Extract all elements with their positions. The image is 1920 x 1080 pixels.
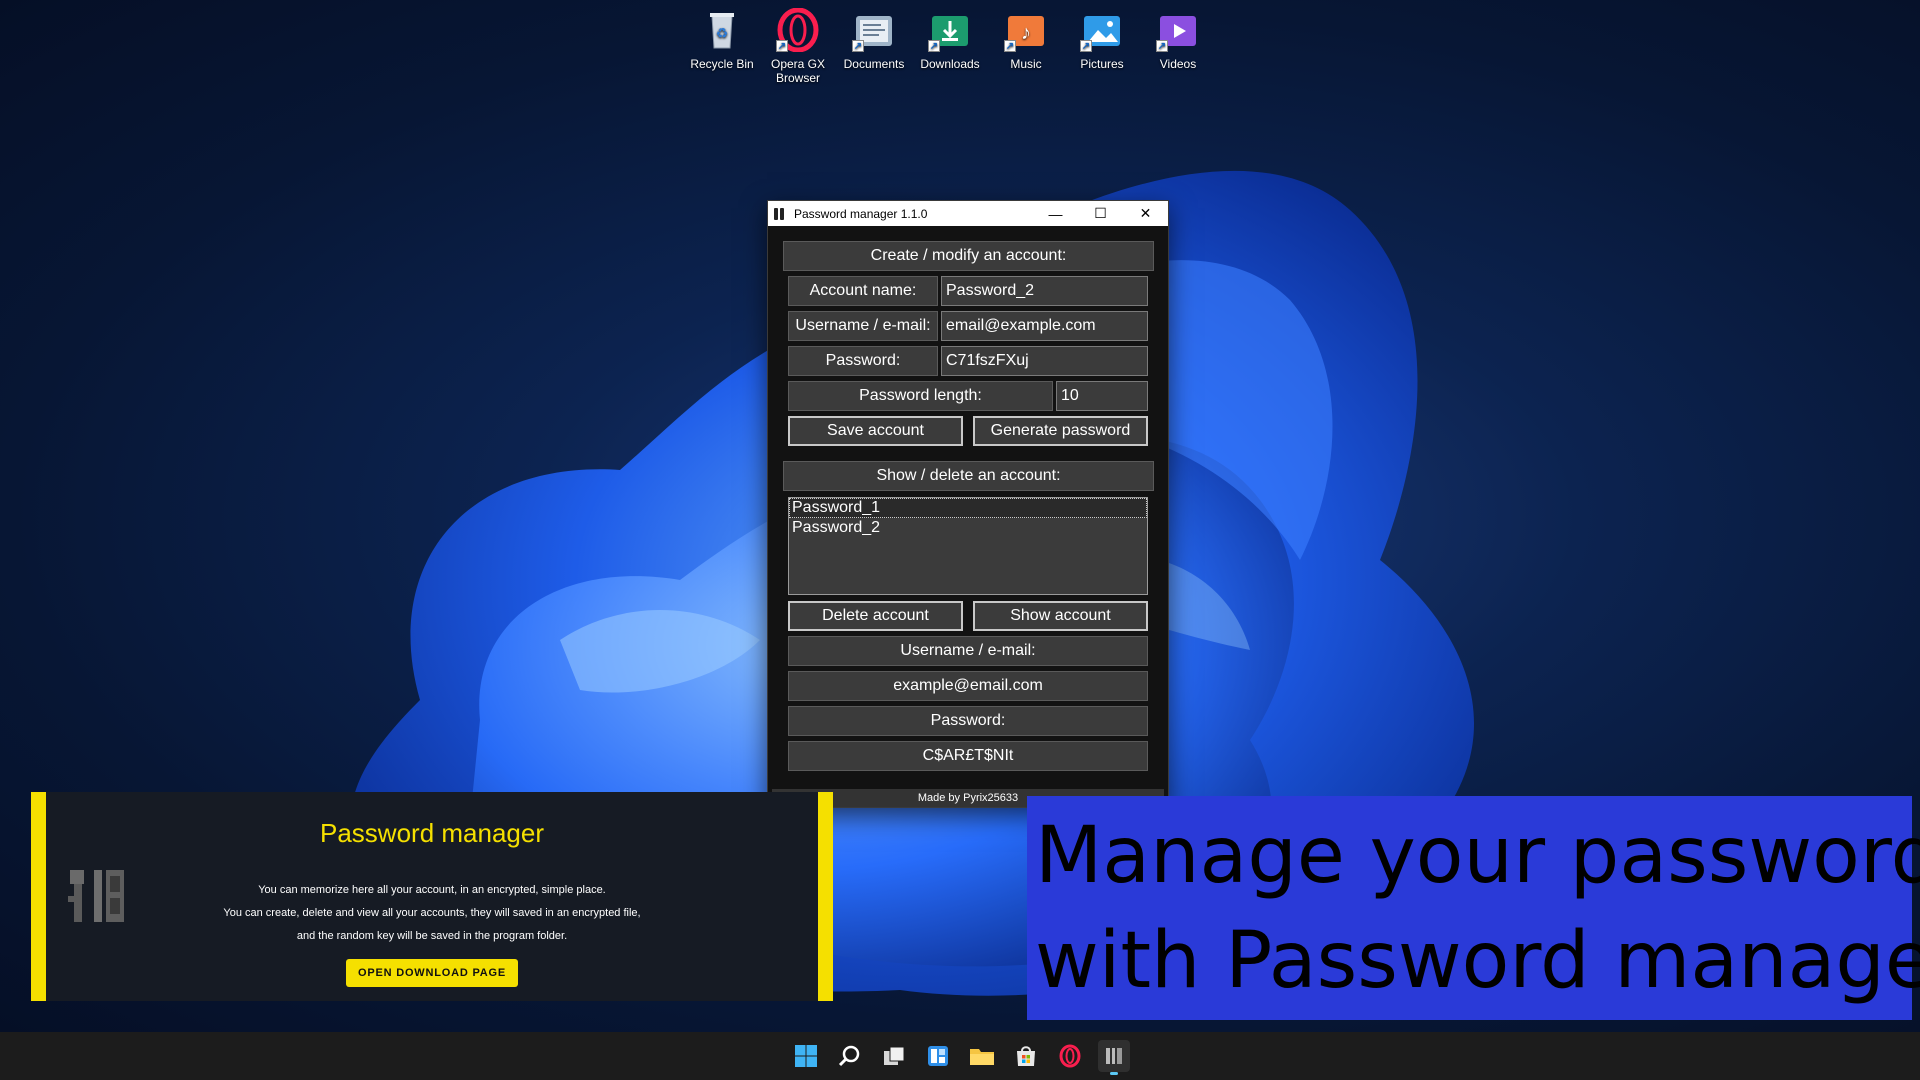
open-download-page-button[interactable]: OPEN DOWNLOAD PAGE bbox=[346, 959, 518, 987]
desktop-icon-label: Recycle Bin bbox=[690, 57, 754, 71]
show-account-button[interactable]: Show account bbox=[973, 601, 1148, 631]
username-label: Username / e-mail: bbox=[788, 311, 938, 341]
desktop-icon-label: Videos bbox=[1159, 57, 1197, 71]
desktop-icon-music[interactable]: ♪ ↗ Music bbox=[988, 8, 1064, 71]
desktop-icon-videos[interactable]: ↗ Videos bbox=[1140, 8, 1216, 71]
file-explorer-icon[interactable] bbox=[966, 1040, 998, 1072]
delete-account-button[interactable]: Delete account bbox=[788, 601, 963, 631]
caption-line: Manage your passwords bbox=[1035, 811, 1920, 901]
account-name-input[interactable]: Password_2 bbox=[941, 276, 1148, 306]
shortcut-arrow-icon: ↗ bbox=[1004, 40, 1016, 52]
shown-password-value: C$AR£T$NIt bbox=[788, 741, 1148, 771]
opera-gx-icon: ↗ bbox=[776, 7, 820, 53]
password-manager-window: Password manager 1.1.0 — ☐ ✕ Create / mo… bbox=[767, 200, 1169, 808]
taskbar bbox=[0, 1032, 1920, 1080]
window-title: Password manager 1.1.0 bbox=[794, 206, 928, 221]
save-account-button[interactable]: Save account bbox=[788, 416, 963, 446]
create-section-header: Create / modify an account: bbox=[783, 241, 1154, 271]
password-length-input[interactable]: 10 bbox=[1056, 381, 1148, 411]
list-item[interactable]: Password_2 bbox=[789, 518, 1147, 538]
downloads-folder-icon: ↗ bbox=[928, 8, 972, 52]
svg-text:♻: ♻ bbox=[716, 25, 729, 41]
caption-banner: Manage your passwords with Password mana… bbox=[1027, 796, 1920, 1020]
desktop-icon-label: Downloads bbox=[920, 57, 980, 71]
desktop-icon-recycle-bin[interactable]: ♻ Recycle Bin bbox=[684, 8, 760, 71]
desktop-icon-pictures[interactable]: ↗ Pictures bbox=[1064, 8, 1140, 71]
opera-gx-icon[interactable] bbox=[1054, 1040, 1086, 1072]
shown-username-value: example@email.com bbox=[788, 671, 1148, 701]
desktop-icon-label: Music bbox=[1010, 57, 1042, 71]
caption-line: with Password manager bbox=[1035, 916, 1920, 1006]
windows-start-icon[interactable] bbox=[790, 1040, 822, 1072]
shortcut-arrow-icon: ↗ bbox=[852, 40, 864, 52]
accounts-listbox[interactable]: Password_1 Password_2 bbox=[788, 497, 1148, 595]
videos-folder-icon: ↗ bbox=[1156, 8, 1200, 52]
password-length-label: Password length: bbox=[788, 381, 1053, 411]
window-titlebar[interactable]: Password manager 1.1.0 — ☐ ✕ bbox=[768, 201, 1168, 226]
desktop-icon-opera-gx[interactable]: ↗ Opera GX Browser bbox=[760, 7, 836, 85]
microsoft-store-icon[interactable] bbox=[1010, 1040, 1042, 1072]
svg-text:♪: ♪ bbox=[1021, 22, 1031, 44]
username-input[interactable]: email@example.com bbox=[941, 311, 1148, 341]
desktop-icon-label: Pictures bbox=[1080, 57, 1124, 71]
list-item[interactable]: Password_1 bbox=[789, 498, 1147, 518]
password-manager-icon[interactable] bbox=[1098, 1040, 1130, 1075]
shortcut-arrow-icon: ↗ bbox=[1156, 40, 1168, 52]
account-name-label: Account name: bbox=[788, 276, 938, 306]
task-view-icon[interactable] bbox=[878, 1040, 910, 1072]
desktop-icon-label: Documents bbox=[843, 57, 905, 71]
promo-card: Password manager You can memorize here a… bbox=[31, 792, 833, 1001]
active-app-indicator bbox=[1110, 1072, 1118, 1075]
password-input[interactable]: C71fszFXuj bbox=[941, 346, 1148, 376]
desktop-icon-downloads[interactable]: ↗ Downloads bbox=[912, 8, 988, 71]
generate-password-button[interactable]: Generate password bbox=[973, 416, 1148, 446]
search-icon[interactable] bbox=[834, 1040, 866, 1072]
documents-folder-icon: ↗ bbox=[852, 8, 896, 52]
shortcut-arrow-icon: ↗ bbox=[1080, 40, 1092, 52]
recycle-bin-icon: ♻ bbox=[700, 8, 744, 52]
music-folder-icon: ♪ ↗ bbox=[1004, 8, 1048, 52]
promo-title: Password manager bbox=[320, 818, 544, 848]
promo-description-line: You can create, delete and view all your… bbox=[223, 907, 641, 919]
shortcut-arrow-icon: ↗ bbox=[776, 40, 788, 52]
shown-password-label: Password: bbox=[788, 706, 1148, 736]
password-label: Password: bbox=[788, 346, 938, 376]
maximize-button[interactable]: ☐ bbox=[1078, 201, 1123, 226]
pictures-folder-icon: ↗ bbox=[1080, 8, 1124, 52]
close-button[interactable]: ✕ bbox=[1123, 201, 1168, 226]
minimize-button[interactable]: — bbox=[1033, 201, 1078, 226]
show-section-header: Show / delete an account: bbox=[783, 461, 1154, 491]
promo-description-line: You can memorize here all your account, … bbox=[258, 884, 606, 896]
shown-username-label: Username / e-mail: bbox=[788, 636, 1148, 666]
desktop-icon-documents[interactable]: ↗ Documents bbox=[836, 8, 912, 71]
password-manager-icon bbox=[774, 207, 788, 221]
widgets-icon[interactable] bbox=[922, 1040, 954, 1072]
shortcut-arrow-icon: ↗ bbox=[928, 40, 940, 52]
promo-description-line: and the random key will be saved in the … bbox=[296, 930, 568, 942]
desktop-icon-label: Opera GX Browser bbox=[770, 57, 826, 85]
